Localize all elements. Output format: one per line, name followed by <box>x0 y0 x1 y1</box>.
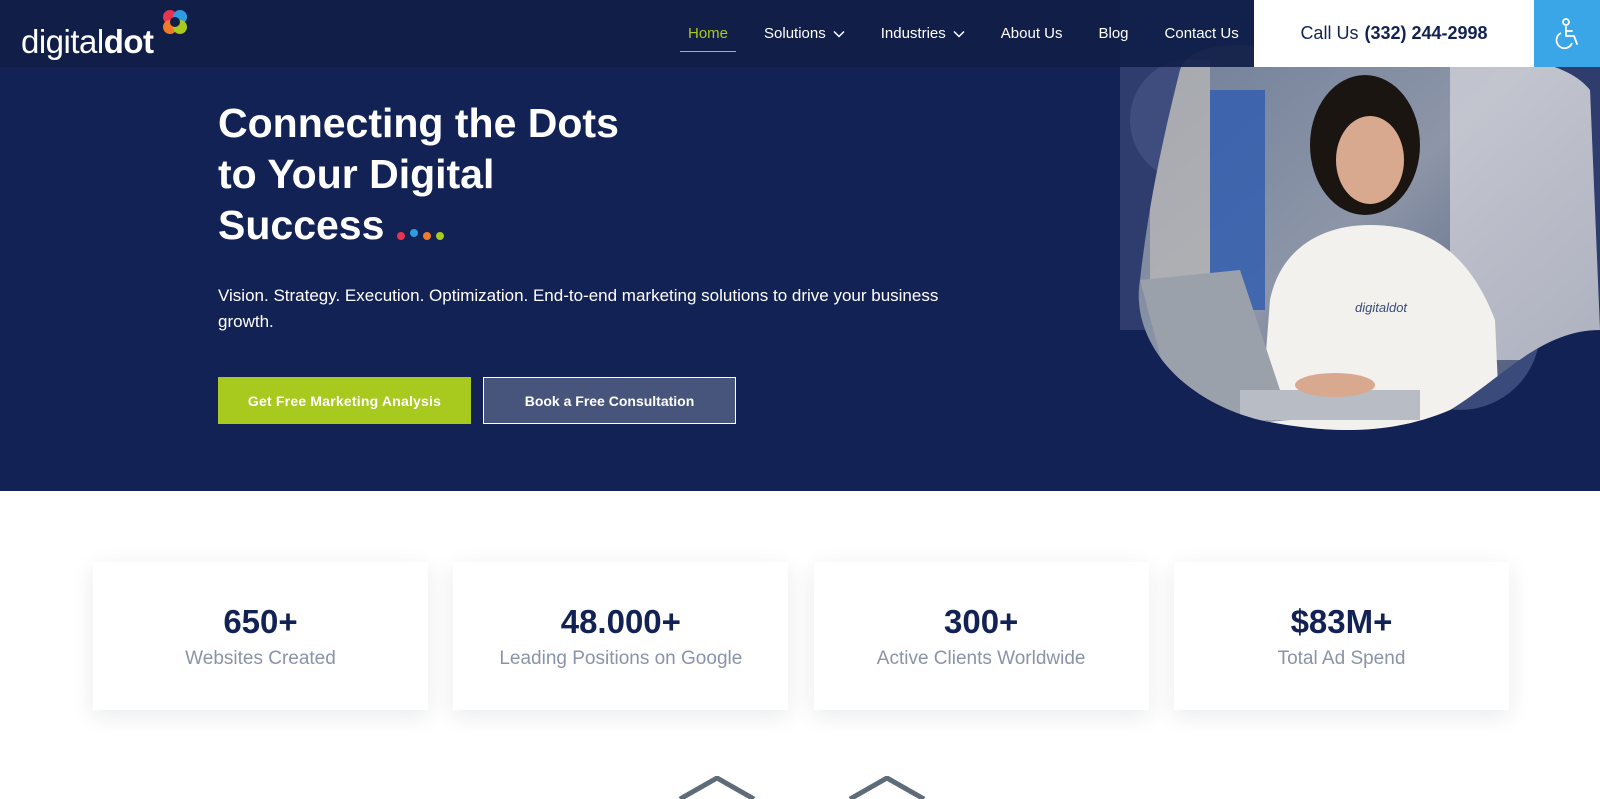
hero-title-line-1: Connecting the Dots <box>218 100 619 146</box>
hero-subtitle: Vision. Strategy. Execution. Optimizatio… <box>218 286 939 331</box>
stat-label: Websites Created <box>185 648 336 669</box>
book-free-consultation-button[interactable]: Book a Free Consultation <box>483 377 736 424</box>
stat-value: 650+ <box>223 603 298 640</box>
nav-item-label: Home <box>688 25 729 42</box>
nav-item-label: About Us <box>1000 25 1063 42</box>
logo-mark-icon <box>163 10 187 34</box>
hero-title-line-3: Success <box>218 202 385 248</box>
colored-dots-icon <box>397 229 444 240</box>
nav-item-label: Industries <box>880 25 946 42</box>
stat-value: 48.000+ <box>560 603 681 640</box>
nav-item-industries[interactable]: Industries <box>881 0 965 67</box>
stat-card: 48.000+ Leading Positions on Google <box>453 562 789 710</box>
logo-text: digitaldot <box>21 23 154 60</box>
stat-value: 300+ <box>943 603 1019 640</box>
stat-label: Total Ad Spend <box>1277 648 1406 669</box>
chevron-down-icon <box>953 30 965 38</box>
wheelchair-icon <box>1555 17 1578 49</box>
stat-label: Leading Positions on Google <box>499 648 743 669</box>
stats-section: 650+ Websites Created 48.000+ Leading Po… <box>93 562 1509 710</box>
call-label: Call Us <box>1300 23 1359 43</box>
page: digitaldot Connecting the Dots to Your D… <box>0 0 1600 799</box>
stat-card: 300+ Active Clients Worldwide <box>813 562 1149 710</box>
main-nav: Home Solutions Industries About Us Blog … <box>679 0 1275 67</box>
nav-item-contact-us[interactable]: Contact Us <box>1165 0 1239 67</box>
accessibility-button[interactable] <box>1534 0 1600 67</box>
digitaldot-logo[interactable]: digitaldot <box>21 10 187 60</box>
stat-card: $83M+ Total Ad Spend <box>1173 562 1509 710</box>
stat-label: Active Clients Worldwide <box>876 648 1086 669</box>
award-badges-icon <box>678 776 926 799</box>
nav-item-label: Solutions <box>764 25 826 42</box>
hero-section: digitaldot Connecting the Dots to Your D… <box>0 0 1600 491</box>
nav-item-label: Blog <box>1098 25 1129 42</box>
call-us-button[interactable]: Call Us (332) 244-2998 <box>1254 0 1534 67</box>
phone-number: (332) 244-2998 <box>1364 23 1488 43</box>
shirt-logo-text: digitaldot <box>1355 300 1408 315</box>
nav-item-home[interactable]: Home <box>679 0 737 67</box>
nav-item-solutions[interactable]: Solutions <box>764 0 845 67</box>
hero-title-line-2: to Your Digital <box>218 151 495 197</box>
stat-value: $83M+ <box>1290 603 1393 640</box>
chevron-down-icon <box>833 30 845 38</box>
nav-item-label: Contact Us <box>1164 25 1239 42</box>
nav-item-about-us[interactable]: About Us <box>1001 0 1063 67</box>
stat-card: 650+ Websites Created <box>93 562 428 710</box>
site-header: digitaldot Home Solutions Industries Abo… <box>0 0 1600 67</box>
nav-item-blog[interactable]: Blog <box>1098 0 1128 67</box>
get-free-marketing-analysis-button[interactable]: Get Free Marketing Analysis <box>218 377 471 424</box>
